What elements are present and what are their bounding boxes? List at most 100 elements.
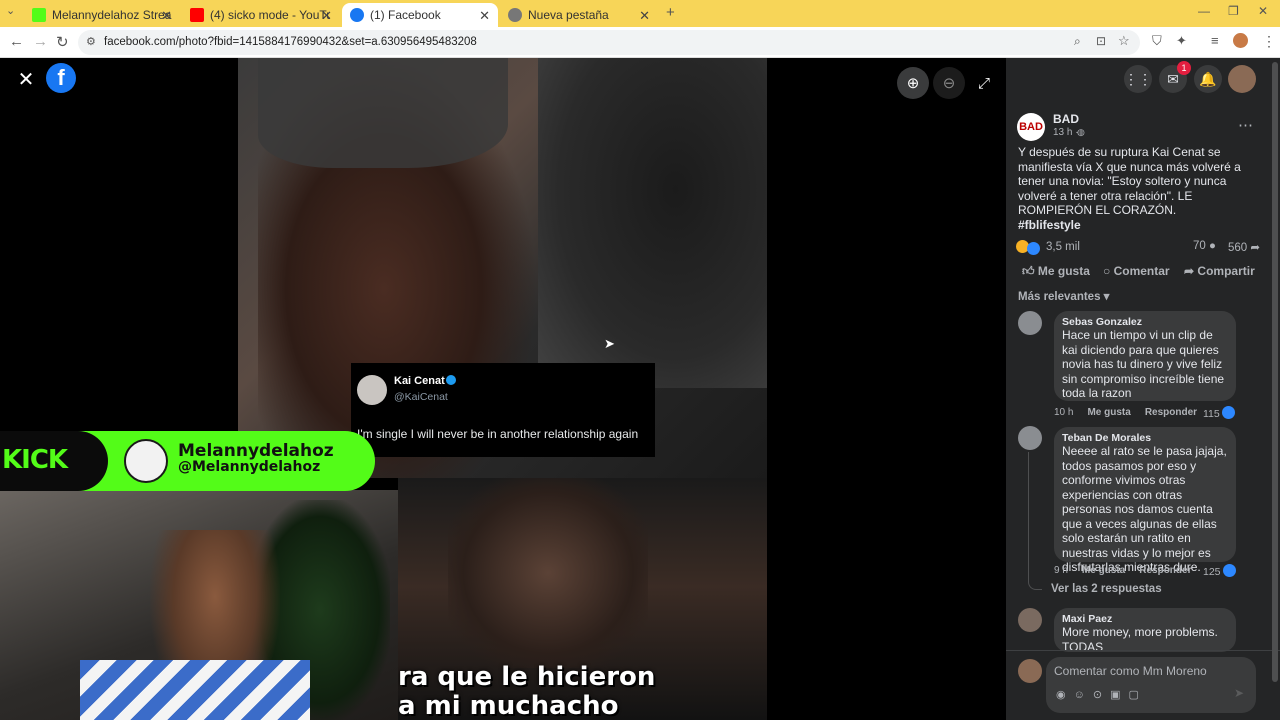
send-icon[interactable]: ➤ bbox=[1234, 686, 1244, 700]
photo-viewer: ✕ f Kai Cenat @KaiCenat I'm single I wil… bbox=[0, 58, 1006, 720]
page-name[interactable]: BAD bbox=[1053, 112, 1079, 126]
comment-input[interactable]: Comentar como Mm Moreno bbox=[1054, 664, 1207, 678]
new-tab-icon[interactable]: + bbox=[666, 4, 675, 21]
reaction-count[interactable]: 3,5 mil bbox=[1046, 241, 1080, 253]
apps-grid-icon[interactable]: ⋮⋮ bbox=[1124, 65, 1152, 93]
close-tab-icon[interactable]: ✕ bbox=[161, 8, 172, 24]
page-avatar[interactable]: BAD bbox=[1017, 113, 1045, 141]
account-avatar[interactable] bbox=[1228, 65, 1256, 93]
facebook-favicon-icon bbox=[350, 8, 364, 22]
omnibox[interactable]: ⚙ facebook.com/photo?fbid=14158841769904… bbox=[78, 30, 1140, 55]
comment-bubble: Maxi Paez More money, more problems. TOD… bbox=[1054, 608, 1236, 654]
tab-facebook[interactable]: (1) Facebook ✕ bbox=[342, 3, 498, 27]
like-badge-icon bbox=[1221, 406, 1235, 419]
post-hashtag[interactable]: #fblifestyle bbox=[1018, 218, 1081, 232]
share-button[interactable]: ➦ Compartir bbox=[1184, 264, 1255, 278]
close-tab-icon[interactable]: ✕ bbox=[479, 8, 490, 24]
comment-icon: ○ bbox=[1103, 264, 1111, 278]
sort-dropdown[interactable]: Más relevantes ▾ bbox=[1018, 289, 1109, 303]
post-options-icon[interactable]: ⋯ bbox=[1238, 116, 1253, 134]
view-replies-link[interactable]: Ver las 2 respuestas bbox=[1051, 583, 1162, 595]
comment-avatar[interactable] bbox=[1018, 426, 1042, 450]
comment-composer[interactable]: Comentar como Mm Moreno ◉☺⊙▣▢ ➤ bbox=[1046, 657, 1256, 713]
extensions-icon[interactable]: ✦ bbox=[1176, 33, 1187, 49]
reaction-icons[interactable] bbox=[1016, 240, 1040, 258]
comment-count[interactable]: 70 ● bbox=[1193, 240, 1216, 252]
comment-avatar[interactable] bbox=[1018, 608, 1042, 632]
video-frame: ra que le hicieron a mi muchacho bbox=[398, 478, 767, 720]
panel-scrollbar[interactable] bbox=[1272, 62, 1278, 682]
facebook-logo-icon[interactable]: f bbox=[46, 63, 76, 93]
bookmark-star-icon[interactable]: ☆ bbox=[1118, 33, 1130, 49]
comment-time[interactable]: 10 h bbox=[1054, 407, 1073, 418]
subtitle-line-1: ra que le hicieron bbox=[398, 662, 656, 692]
streamer-avatar bbox=[124, 439, 168, 483]
fullscreen-icon[interactable]: ⤢ bbox=[968, 67, 1000, 99]
comment-like-link[interactable]: Me gusta bbox=[1082, 565, 1125, 576]
comment-like-count[interactable]: 115 bbox=[1203, 406, 1235, 420]
close-viewer-icon[interactable]: ✕ bbox=[10, 63, 42, 95]
shield-icon[interactable]: ⛉ bbox=[1152, 33, 1162, 49]
globe-favicon-icon bbox=[508, 8, 522, 22]
install-icon[interactable]: ⊡ bbox=[1096, 34, 1106, 48]
tab-list-icon[interactable]: ⌄ bbox=[6, 4, 15, 17]
close-tab-icon[interactable]: ✕ bbox=[639, 8, 650, 24]
forward-icon[interactable]: → bbox=[33, 33, 48, 50]
post-body: Y después de su ruptura Kai Cenat se man… bbox=[1018, 145, 1241, 217]
close-tab-icon[interactable]: ✕ bbox=[321, 8, 332, 24]
comment-like-link[interactable]: Me gusta bbox=[1087, 407, 1130, 418]
tab-youtube[interactable]: (4) sicko mode - YouTube ✕ bbox=[182, 3, 340, 27]
browser-tab-bar: ⌄ Melannydelahoz Stream - Wat: ✕ (4) sic… bbox=[0, 0, 1280, 27]
my-avatar bbox=[1018, 659, 1042, 683]
tweet-name: Kai Cenat bbox=[394, 375, 445, 387]
sticker-icon[interactable]: ▢ bbox=[1128, 689, 1146, 701]
reload-icon[interactable]: ↻ bbox=[56, 33, 69, 51]
minimize-icon[interactable]: — bbox=[1198, 4, 1210, 18]
url-text[interactable]: facebook.com/photo?fbid=1415884176990432… bbox=[104, 36, 477, 48]
address-bar: ← → ↻ ⚙ facebook.com/photo?fbid=14158841… bbox=[0, 27, 1280, 58]
thumbs-up-icon: 👍︎ bbox=[1022, 264, 1035, 278]
back-icon[interactable]: ← bbox=[9, 33, 24, 50]
comment-text: Hace un tiempo vi un clip de kai diciend… bbox=[1062, 328, 1225, 400]
share-arrow-icon: ➦ bbox=[1250, 242, 1261, 254]
commenter-name[interactable]: Maxi Paez bbox=[1062, 613, 1228, 625]
zoom-in-icon[interactable]: ⊕ bbox=[897, 67, 929, 99]
share-count[interactable]: 560 ➦ bbox=[1228, 240, 1260, 254]
profile-avatar[interactable] bbox=[1233, 33, 1248, 48]
commenter-name[interactable]: Teban De Morales bbox=[1062, 432, 1228, 444]
tab-new-tab[interactable]: Nueva pestaña ✕ bbox=[500, 3, 658, 27]
comment-text: Neeee al rato se le pasa jajaja, todos p… bbox=[1062, 444, 1227, 574]
like-badge-icon bbox=[1222, 564, 1236, 577]
avatar-sticker-icon[interactable]: ◉ bbox=[1056, 689, 1074, 701]
comment-like-count[interactable]: 125 bbox=[1203, 564, 1236, 578]
camera-icon[interactable]: ⊙ bbox=[1093, 689, 1110, 701]
commenter-name[interactable]: Sebas Gonzalez bbox=[1062, 316, 1228, 328]
post-time[interactable]: 13 h · bbox=[1053, 127, 1079, 138]
comment-time[interactable]: 9 h bbox=[1054, 565, 1068, 576]
kick-logo-block: KICK bbox=[0, 431, 108, 491]
notifications-bell-icon[interactable]: 🔔 bbox=[1194, 65, 1222, 93]
comment-reply-link[interactable]: Responder bbox=[1145, 407, 1197, 418]
tweet-card: Kai Cenat @KaiCenat I'm single I will ne… bbox=[351, 363, 655, 457]
zoom-out-icon[interactable]: ⊖ bbox=[933, 67, 965, 99]
comment-reply-link[interactable]: Responder bbox=[1139, 565, 1191, 576]
site-info-icon[interactable]: ⚙ bbox=[86, 35, 96, 48]
kick-favicon-icon bbox=[32, 8, 46, 22]
webcam-feed bbox=[0, 490, 398, 720]
restore-icon[interactable]: ❐ bbox=[1228, 4, 1239, 18]
post-sidebar: ⋮⋮ ✉ 1 🔔 BAD BAD 13 h · ◍ ⋯ Y después de… bbox=[1006, 58, 1280, 720]
zoom-icon[interactable]: ⌕ bbox=[1074, 34, 1081, 49]
emoji-icon[interactable]: ☺ bbox=[1074, 689, 1093, 701]
close-window-icon[interactable]: ✕ bbox=[1258, 4, 1268, 18]
sort-label: Más relevantes bbox=[1018, 291, 1101, 303]
like-button-label: Me gusta bbox=[1037, 264, 1090, 278]
like-button[interactable]: 👍︎ Me gusta bbox=[1022, 264, 1090, 279]
comment-button[interactable]: ○ Comentar bbox=[1103, 264, 1170, 278]
tweet-text: I'm single I will never be in another re… bbox=[357, 427, 639, 441]
menu-icon[interactable]: ⋮ bbox=[1262, 33, 1276, 50]
stream-overlay-banner: KICK Melannydelahoz @Melannydelahoz bbox=[0, 431, 375, 491]
gif-icon[interactable]: ▣ bbox=[1110, 689, 1128, 701]
reading-list-icon[interactable]: ≡ bbox=[1211, 33, 1219, 48]
tab-kick[interactable]: Melannydelahoz Stream - Wat: ✕ bbox=[24, 3, 180, 27]
comment-avatar[interactable] bbox=[1018, 311, 1042, 335]
